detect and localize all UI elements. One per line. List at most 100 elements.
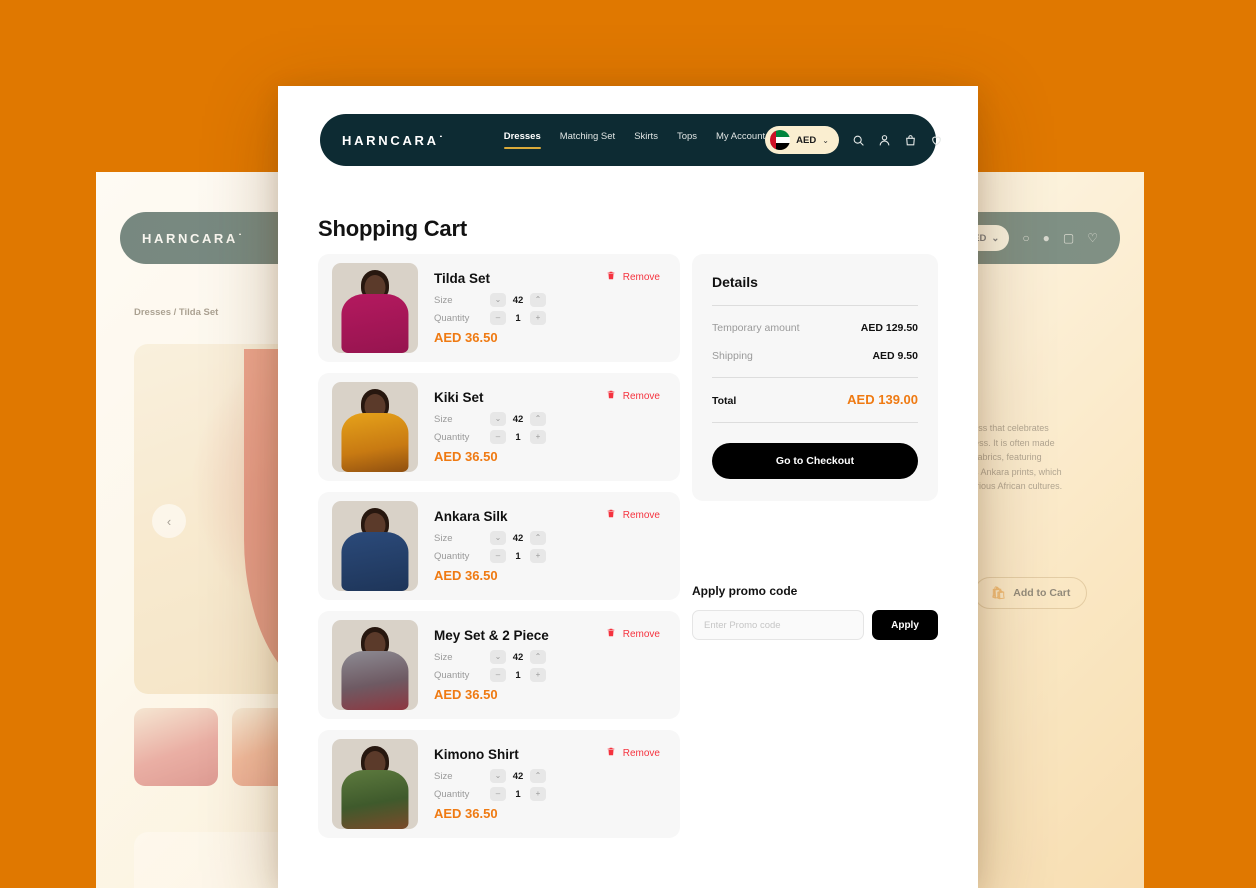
total-row: Total AED 139.00 [712, 392, 918, 407]
remove-label: Remove [622, 509, 660, 521]
temporary-amount-label: Temporary amount [712, 322, 800, 334]
quantity-value: 1 [515, 788, 521, 800]
quantity-increase-button[interactable]: + [530, 430, 546, 444]
size-value: 42 [512, 413, 524, 425]
background-search-icon: ○ [1022, 231, 1030, 245]
size-increase-button[interactable]: ⌃ [530, 650, 546, 664]
chevron-down-icon: ⌄ [822, 135, 829, 145]
cart-item-price: AED 36.50 [434, 687, 498, 702]
cart-item-price: AED 36.50 [434, 449, 498, 464]
quantity-decrease-button[interactable]: – [490, 549, 506, 563]
product-thumbnail [332, 620, 418, 710]
nav-link-my-account[interactable]: My Account [716, 131, 765, 149]
quantity-stepper: Quantity – 1 + [434, 311, 666, 325]
thumbnail-garment [341, 531, 409, 591]
trash-icon [606, 627, 616, 641]
thumbnail-garment [341, 650, 409, 710]
bag-icon[interactable] [904, 134, 917, 147]
divider [712, 305, 918, 306]
remove-button[interactable]: Remove [606, 270, 660, 284]
quantity-label: Quantity [434, 669, 470, 681]
size-label: Size [434, 770, 453, 782]
quantity-increase-button[interactable]: + [530, 668, 546, 682]
wishlist-heart-icon[interactable] [930, 134, 943, 147]
background-wishlist-heart-icon: ♡ [1087, 231, 1098, 245]
nav-link-dresses[interactable]: Dresses [503, 131, 541, 149]
quantity-decrease-button[interactable]: – [490, 787, 506, 801]
brand-logo: HARNCARA˙ [342, 132, 446, 148]
order-details-panel: Details Temporary amount AED 129.50 Ship… [692, 254, 938, 501]
background-brand-logo: HARNCARA˙ [142, 230, 245, 246]
remove-label: Remove [622, 271, 660, 283]
size-increase-button[interactable]: ⌃ [530, 531, 546, 545]
divider [712, 422, 918, 423]
trash-icon [606, 389, 616, 403]
product-thumbnail [332, 382, 418, 472]
promo-title: Apply promo code [692, 584, 798, 598]
product-thumbnail [332, 739, 418, 829]
quantity-decrease-button[interactable]: – [490, 311, 506, 325]
remove-button[interactable]: Remove [606, 627, 660, 641]
size-stepper: Size ⌄ 42 ⌃ [434, 293, 666, 307]
cart-item-price: AED 36.50 [434, 568, 498, 583]
size-increase-button[interactable]: ⌃ [530, 412, 546, 426]
apply-promo-button[interactable]: Apply [872, 610, 938, 640]
remove-label: Remove [622, 390, 660, 402]
size-increase-button[interactable]: ⌃ [530, 769, 546, 783]
size-label: Size [434, 294, 453, 306]
quantity-decrease-button[interactable]: – [490, 668, 506, 682]
remove-label: Remove [622, 628, 660, 640]
size-decrease-button[interactable]: ⌄ [490, 293, 506, 307]
size-decrease-button[interactable]: ⌄ [490, 531, 506, 545]
thumbnail-garment [341, 769, 409, 829]
size-decrease-button[interactable]: ⌄ [490, 412, 506, 426]
uae-flag-icon [770, 130, 791, 150]
size-increase-button[interactable]: ⌃ [530, 293, 546, 307]
cart-item: Mey Set & 2 Piece Size ⌄ 42 ⌃ Quantity –… [318, 611, 680, 719]
cart-item-list: Tilda Set Size ⌄ 42 ⌃ Quantity – 1 + AED… [318, 254, 680, 838]
account-icon[interactable] [878, 134, 891, 147]
shipping-value: AED 9.50 [872, 350, 918, 362]
nav-link-skirts[interactable]: Skirts [634, 131, 658, 149]
currency-selector[interactable]: AED ⌄ [765, 126, 839, 154]
temporary-amount-value: AED 129.50 [860, 322, 918, 334]
background-bag-icon: ▢ [1062, 231, 1075, 245]
quantity-stepper: Quantity – 1 + [434, 668, 666, 682]
product-thumbnail [332, 263, 418, 353]
quantity-increase-button[interactable]: + [530, 787, 546, 801]
size-stepper: Size ⌄ 42 ⌃ [434, 412, 666, 426]
promo-code-input[interactable] [692, 610, 864, 640]
cart-item: Tilda Set Size ⌄ 42 ⌃ Quantity – 1 + AED… [318, 254, 680, 362]
search-icon[interactable] [852, 134, 865, 147]
nav-link-tops[interactable]: Tops [677, 131, 697, 149]
size-decrease-button[interactable]: ⌄ [490, 650, 506, 664]
cart-item: Kimono Shirt Size ⌄ 42 ⌃ Quantity – 1 + … [318, 730, 680, 838]
size-stepper: Size ⌄ 42 ⌃ [434, 650, 666, 664]
trash-icon [606, 270, 616, 284]
quantity-increase-button[interactable]: + [530, 311, 546, 325]
trash-icon [606, 746, 616, 760]
size-label: Size [434, 532, 453, 544]
promo-code-section: Apply promo code Apply [692, 584, 938, 640]
quantity-stepper: Quantity – 1 + [434, 787, 666, 801]
background-add-to-cart-button: 🛍 Add to Cart [974, 576, 1088, 609]
nav-link-matching-set[interactable]: Matching Set [560, 131, 615, 149]
remove-button[interactable]: Remove [606, 746, 660, 760]
quantity-decrease-button[interactable]: – [490, 430, 506, 444]
size-stepper: Size ⌄ 42 ⌃ [434, 769, 666, 783]
primary-nav: Dresses Matching Set Skirts Tops My Acco… [503, 131, 765, 149]
background-carousel-prev-icon: ‹ [152, 504, 186, 538]
go-to-checkout-button[interactable]: Go to Checkout [712, 443, 918, 479]
chevron-down-icon: ⌄ [991, 232, 1000, 244]
background-breadcrumb: Dresses / Tilda Set [134, 307, 219, 318]
quantity-label: Quantity [434, 312, 470, 324]
size-decrease-button[interactable]: ⌄ [490, 769, 506, 783]
quantity-increase-button[interactable]: + [530, 549, 546, 563]
remove-button[interactable]: Remove [606, 389, 660, 403]
quantity-label: Quantity [434, 431, 470, 443]
thumbnail-garment [341, 412, 409, 472]
shipping-row: Shipping AED 9.50 [712, 350, 918, 362]
cart-item-price: AED 36.50 [434, 806, 498, 821]
quantity-value: 1 [515, 550, 521, 562]
remove-button[interactable]: Remove [606, 508, 660, 522]
